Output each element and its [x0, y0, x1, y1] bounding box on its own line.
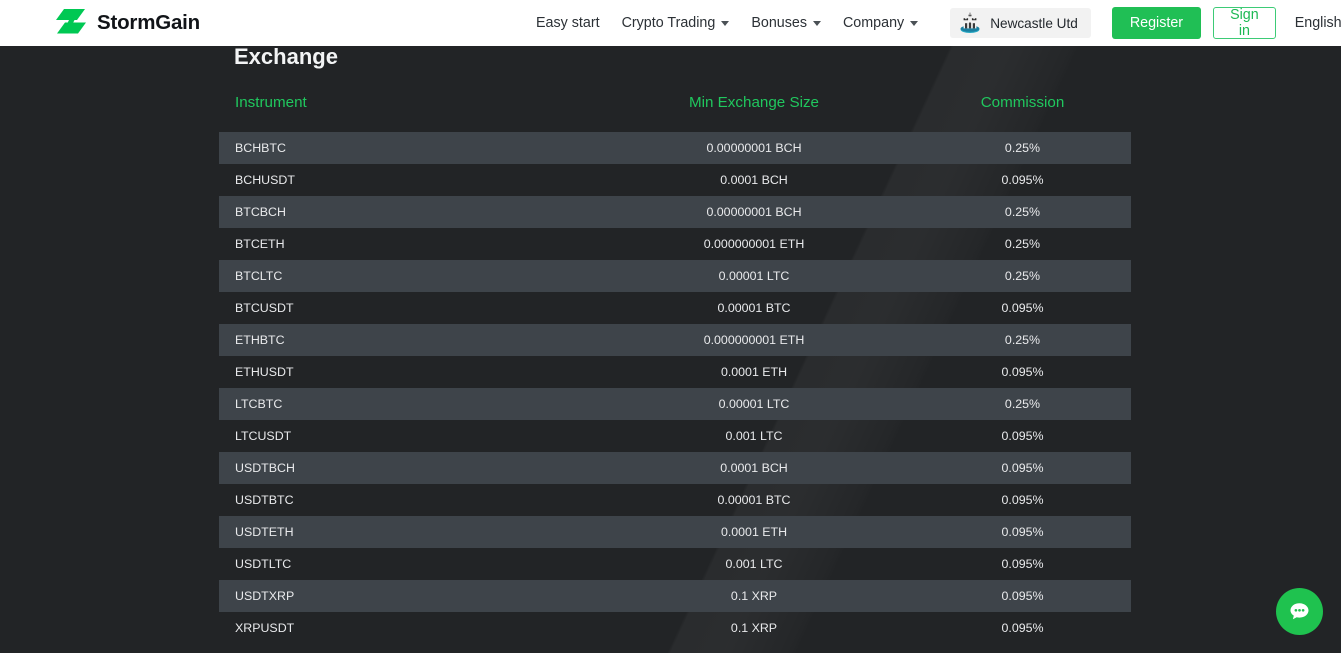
- cell-instrument: USDTETH: [235, 525, 294, 539]
- cell-instrument: BTCUSDT: [235, 301, 294, 315]
- table-row: BTCETH 0.000000001 ETH 0.25%: [219, 228, 1131, 260]
- cell-commission: 0.095%: [1001, 429, 1044, 443]
- newcastle-united-crest-icon: [960, 12, 980, 33]
- table-row: BCHBTC 0.00000001 BCH 0.25%: [219, 132, 1131, 164]
- brand-logo[interactable]: StormGain: [56, 9, 200, 37]
- nav-item-label: Crypto Trading: [621, 15, 716, 31]
- cell-min-exchange-size: 0.1 XRP: [730, 621, 778, 635]
- cell-commission: 0.095%: [1001, 461, 1044, 475]
- cell-min-exchange-size: 0.00001 LTC: [718, 397, 790, 411]
- cell-min-exchange-size: 0.000000001 ETH: [703, 237, 805, 251]
- cell-instrument: BTCLTC: [235, 269, 283, 283]
- cell-commission: 0.25%: [1004, 205, 1041, 219]
- cell-min-exchange-size: 0.00001 BTC: [717, 301, 791, 315]
- club-partner-label: Newcastle Utd: [990, 15, 1078, 31]
- cell-min-exchange-size: 0.00001 BTC: [717, 493, 791, 507]
- table-row: USDTXRP 0.1 XRP 0.095%: [219, 580, 1131, 612]
- cell-min-exchange-size: 0.0001 BCH: [720, 461, 788, 475]
- cell-instrument: USDTXRP: [235, 589, 295, 603]
- table-body: BCHBTC 0.00000001 BCH 0.25% BCHUSDT 0.0001 B…: [219, 132, 1131, 644]
- page-root: StormGain Easy start Crypto Trading Bonu…: [0, 0, 1341, 653]
- nav-item-label: Easy start: [536, 15, 600, 31]
- table-row: USDTETH 0.0001 ETH 0.095%: [219, 516, 1131, 548]
- cell-instrument: USDTBTC: [235, 493, 294, 507]
- cell-commission: 0.095%: [1001, 365, 1044, 379]
- chat-bubble-icon: [1290, 603, 1309, 620]
- club-partner-badge[interactable]: Newcastle Utd: [950, 8, 1091, 38]
- cell-min-exchange-size: 0.001 LTC: [725, 429, 783, 443]
- cell-instrument: USDTLTC: [235, 557, 292, 571]
- cell-instrument: XRPUSDT: [235, 621, 295, 635]
- cell-commission: 0.095%: [1001, 557, 1044, 571]
- cell-min-exchange-size: 0.0001 ETH: [720, 525, 788, 539]
- cell-instrument: LTCBTC: [235, 397, 283, 411]
- cell-instrument: ETHUSDT: [235, 365, 294, 379]
- column-header-min-exchange-size: Min Exchange Size: [688, 94, 819, 111]
- cell-commission: 0.25%: [1004, 333, 1041, 347]
- table-row: LTCBTC 0.00001 LTC 0.25%: [219, 388, 1131, 420]
- chat-widget-button[interactable]: [1276, 588, 1323, 635]
- nav-item-easy-start[interactable]: Easy start: [536, 15, 600, 31]
- cell-commission: 0.095%: [1001, 173, 1044, 187]
- cell-instrument: LTCUSDT: [235, 429, 292, 443]
- brand-name: StormGain: [97, 11, 200, 34]
- table-row: XRPUSDT 0.1 XRP 0.095%: [219, 612, 1131, 644]
- chevron-down-icon: [721, 20, 730, 26]
- signin-button[interactable]: Sign in: [1213, 7, 1276, 39]
- table-row: USDTBTC 0.00001 BTC 0.095%: [219, 484, 1131, 516]
- nav-item-crypto-trading[interactable]: Crypto Trading: [622, 15, 730, 31]
- cell-instrument: USDTBCH: [235, 461, 295, 475]
- language-label: English: [1294, 15, 1341, 31]
- table-row: LTCUSDT 0.001 LTC 0.095%: [219, 420, 1131, 452]
- nav-item-label: Bonuses: [751, 15, 807, 31]
- cell-instrument: BTCETH: [235, 237, 285, 251]
- table-header-row: Instrument Min Exchange Size Commission: [219, 94, 1131, 132]
- table-row: BTCLTC 0.00001 LTC 0.25%: [219, 260, 1131, 292]
- table-row: ETHUSDT 0.0001 ETH 0.095%: [219, 356, 1131, 388]
- language-selector[interactable]: English: [1295, 15, 1341, 31]
- cell-min-exchange-size: 0.0001 BCH: [720, 173, 788, 187]
- cell-commission: 0.095%: [1001, 301, 1044, 315]
- cell-commission: 0.25%: [1004, 397, 1041, 411]
- stormgain-bolt-logo-icon: [56, 9, 86, 34]
- cell-commission: 0.25%: [1004, 269, 1041, 283]
- table-row: ETHBTC 0.000000001 ETH 0.25%: [219, 324, 1131, 356]
- cell-instrument: BTCBCH: [235, 205, 286, 219]
- cell-commission: 0.095%: [1001, 493, 1044, 507]
- nav-item-bonuses[interactable]: Bonuses: [751, 15, 821, 31]
- table-row: BCHUSDT 0.0001 BCH 0.095%: [219, 164, 1131, 196]
- cell-instrument: BCHBTC: [235, 141, 286, 155]
- cell-min-exchange-size: 0.00000001 BCH: [706, 205, 802, 219]
- cell-min-exchange-size: 0.001 LTC: [725, 557, 783, 571]
- cell-min-exchange-size: 0.0001 ETH: [720, 365, 788, 379]
- chevron-down-icon: [910, 20, 919, 26]
- table-row: BTCUSDT 0.00001 BTC 0.095%: [219, 292, 1131, 324]
- cell-commission: 0.25%: [1004, 141, 1041, 155]
- cell-min-exchange-size: 0.1 XRP: [730, 589, 778, 603]
- page-title: Exchange: [234, 44, 338, 69]
- cell-min-exchange-size: 0.000000001 ETH: [703, 333, 805, 347]
- table-row: BTCBCH 0.00000001 BCH 0.25%: [219, 196, 1131, 228]
- main-nav: Easy start Crypto Trading Bonuses Compan…: [536, 15, 919, 31]
- nav-item-company[interactable]: Company: [842, 15, 919, 31]
- top-navigation-bar: StormGain Easy start Crypto Trading Bonu…: [0, 0, 1341, 46]
- nav-item-label: Company: [842, 15, 905, 31]
- cell-instrument: BCHUSDT: [235, 173, 295, 187]
- cell-min-exchange-size: 0.00000001 BCH: [706, 141, 802, 155]
- cell-commission: 0.095%: [1001, 589, 1044, 603]
- table-row: USDTLTC 0.001 LTC 0.095%: [219, 548, 1131, 580]
- register-button[interactable]: Register: [1111, 7, 1202, 39]
- table-row: USDTBCH 0.0001 BCH 0.095%: [219, 452, 1131, 484]
- column-header-commission: Commission: [980, 94, 1065, 111]
- cell-instrument: ETHBTC: [235, 333, 285, 347]
- column-header-instrument: Instrument: [235, 94, 307, 111]
- cell-commission: 0.095%: [1001, 525, 1044, 539]
- chevron-down-icon: [812, 20, 821, 26]
- cell-commission: 0.25%: [1004, 237, 1041, 251]
- exchange-fees-table: Instrument Min Exchange Size Commission …: [219, 94, 1131, 644]
- cell-min-exchange-size: 0.00001 LTC: [718, 269, 790, 283]
- cell-commission: 0.095%: [1001, 621, 1044, 635]
